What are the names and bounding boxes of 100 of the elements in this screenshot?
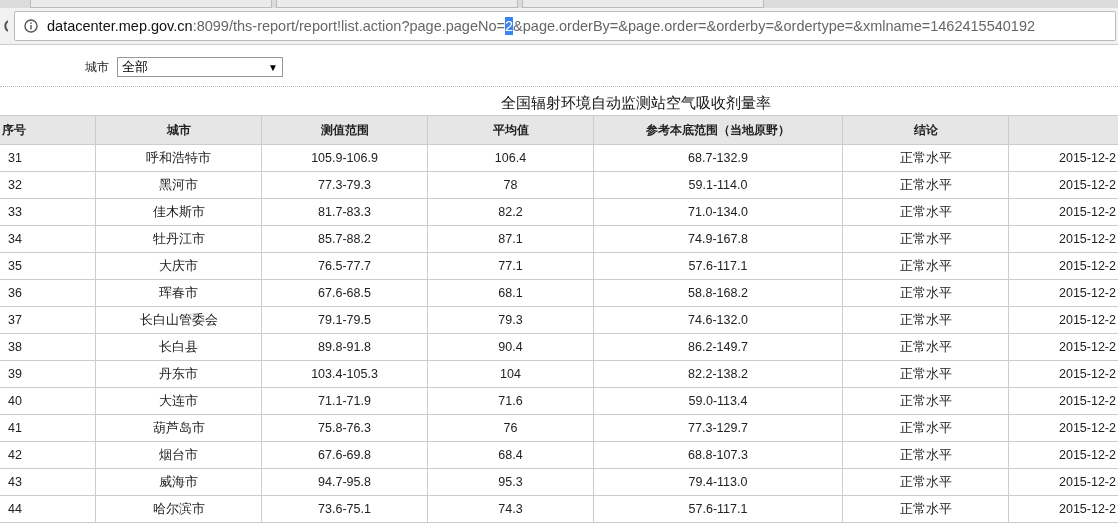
- table-cell: 正常水平: [843, 361, 1009, 387]
- table-cell: 103.4-105.3: [262, 361, 428, 387]
- table-cell: 35: [0, 253, 96, 279]
- table-cell-text: 2015-12-2: [1058, 285, 1117, 302]
- column-header: 平均值: [428, 116, 594, 144]
- table-cell: 正常水平: [843, 253, 1009, 279]
- column-header: 城市: [96, 116, 262, 144]
- table-cell: 41: [0, 415, 96, 441]
- city-label: 城市: [85, 58, 109, 76]
- column-header: 序号: [0, 116, 96, 144]
- column-header: 参考本底范围（当地原野）: [594, 116, 843, 144]
- table-cell: 哈尔滨市: [96, 496, 262, 522]
- table-cell: 59.1-114.0: [594, 172, 843, 198]
- table-cell: 正常水平: [843, 388, 1009, 414]
- table-cell: 59.0-113.4: [594, 388, 843, 414]
- table-cell: 71.6: [428, 388, 594, 414]
- table-cell-text: 2015-12-2: [1058, 366, 1117, 383]
- table-cell-text: 2015-12-2: [1058, 420, 1117, 437]
- table-cell: 正常水平: [843, 415, 1009, 441]
- table-cell: 37: [0, 307, 96, 333]
- table-cell: 68.8-107.3: [594, 442, 843, 468]
- table-cell: 94.7-95.8: [262, 469, 428, 495]
- table-cell: 106.4: [428, 145, 594, 171]
- table-cell: 76.5-77.7: [262, 253, 428, 279]
- table-cell: 31: [0, 145, 96, 171]
- table-cell: 珲春市: [96, 280, 262, 306]
- table-cell: 葫芦岛市: [96, 415, 262, 441]
- column-header: 测值范围: [262, 116, 428, 144]
- table-cell: 68.4: [428, 442, 594, 468]
- table-cell: 74.9-167.8: [594, 226, 843, 252]
- table-cell: 68.1: [428, 280, 594, 306]
- table-cell: 正常水平: [843, 172, 1009, 198]
- table-cell: 78: [428, 172, 594, 198]
- table-cell: 58.8-168.2: [594, 280, 843, 306]
- table-cell-text: 2015-12-2: [1058, 258, 1117, 275]
- table-cell: 长白山管委会: [96, 307, 262, 333]
- table-cell: 86.2-149.7: [594, 334, 843, 360]
- table-cell: 32: [0, 172, 96, 198]
- table-cell: 57.6-117.1: [594, 253, 843, 279]
- table-cell: 77.1: [428, 253, 594, 279]
- table-cell: 正常水平: [843, 496, 1009, 522]
- table-cell: 39: [0, 361, 96, 387]
- table-cell-text: 2015-12-2: [1058, 231, 1117, 248]
- city-dropdown[interactable]: 全部 ▼: [117, 57, 283, 77]
- table-cell: 呼和浩特市: [96, 145, 262, 171]
- table-cell: 89.8-91.8: [262, 334, 428, 360]
- info-icon[interactable]: [24, 19, 38, 33]
- table-cell: 79.3: [428, 307, 594, 333]
- table-cell-text: 2015-12-2: [1058, 474, 1117, 491]
- table-cell: 长白县: [96, 334, 262, 360]
- table-cell: 74.3: [428, 496, 594, 522]
- table-cell: 43: [0, 469, 96, 495]
- column-header: 结论: [843, 116, 1009, 144]
- table-cell: 95.3: [428, 469, 594, 495]
- table-cell: 正常水平: [843, 334, 1009, 360]
- table-cell: 正常水平: [843, 226, 1009, 252]
- table-cell-text: 2015-12-2: [1058, 339, 1117, 356]
- table-cell-text: 2015-12-2: [1058, 501, 1117, 518]
- table-cell: 42: [0, 442, 96, 468]
- table-cell: 77.3-79.3: [262, 172, 428, 198]
- table-cell: 79.1-79.5: [262, 307, 428, 333]
- table-cell: 77.3-129.7: [594, 415, 843, 441]
- table-cell: 正常水平: [843, 442, 1009, 468]
- table-cell: 81.7-83.3: [262, 199, 428, 225]
- table-cell: 85.7-88.2: [262, 226, 428, 252]
- table-cell-text: 2015-12-2: [1058, 177, 1117, 194]
- table-cell-text: 2015-12-2: [1058, 312, 1117, 329]
- table-cell: 74.6-132.0: [594, 307, 843, 333]
- table-cell: 黑河市: [96, 172, 262, 198]
- table-cell-text: 2015-12-2: [1058, 447, 1117, 464]
- table-cell: 82.2-138.2: [594, 361, 843, 387]
- table-cell-text: 2015-12-2: [1058, 150, 1117, 167]
- table-cell: 79.4-113.0: [594, 469, 843, 495]
- table-cell: 正常水平: [843, 280, 1009, 306]
- table-cell: 67.6-68.5: [262, 280, 428, 306]
- table-cell: 104: [428, 361, 594, 387]
- table-cell: 40: [0, 388, 96, 414]
- table-cell: 105.9-106.9: [262, 145, 428, 171]
- table-cell: 大庆市: [96, 253, 262, 279]
- table-cell: 67.6-69.8: [262, 442, 428, 468]
- table-cell: 正常水平: [843, 307, 1009, 333]
- table-cell: 牡丹江市: [96, 226, 262, 252]
- table-cell: 57.6-117.1: [594, 496, 843, 522]
- table-cell: 丹东市: [96, 361, 262, 387]
- table-cell: 71.1-71.9: [262, 388, 428, 414]
- table-cell: 大连市: [96, 388, 262, 414]
- table-cell: 71.0-134.0: [594, 199, 843, 225]
- table-cell: 76: [428, 415, 594, 441]
- table-cell: 烟台市: [96, 442, 262, 468]
- table-cell: 正常水平: [843, 469, 1009, 495]
- table-cell: 36: [0, 280, 96, 306]
- table-cell: 佳木斯市: [96, 199, 262, 225]
- table-cell: 75.8-76.3: [262, 415, 428, 441]
- table-cell: 82.2: [428, 199, 594, 225]
- table-cell: 33: [0, 199, 96, 225]
- table-cell: 87.1: [428, 226, 594, 252]
- table-cell-text: 2015-12-2: [1058, 204, 1117, 221]
- table-cell: 73.6-75.1: [262, 496, 428, 522]
- table-cell: 34: [0, 226, 96, 252]
- table-cell: 68.7-132.9: [594, 145, 843, 171]
